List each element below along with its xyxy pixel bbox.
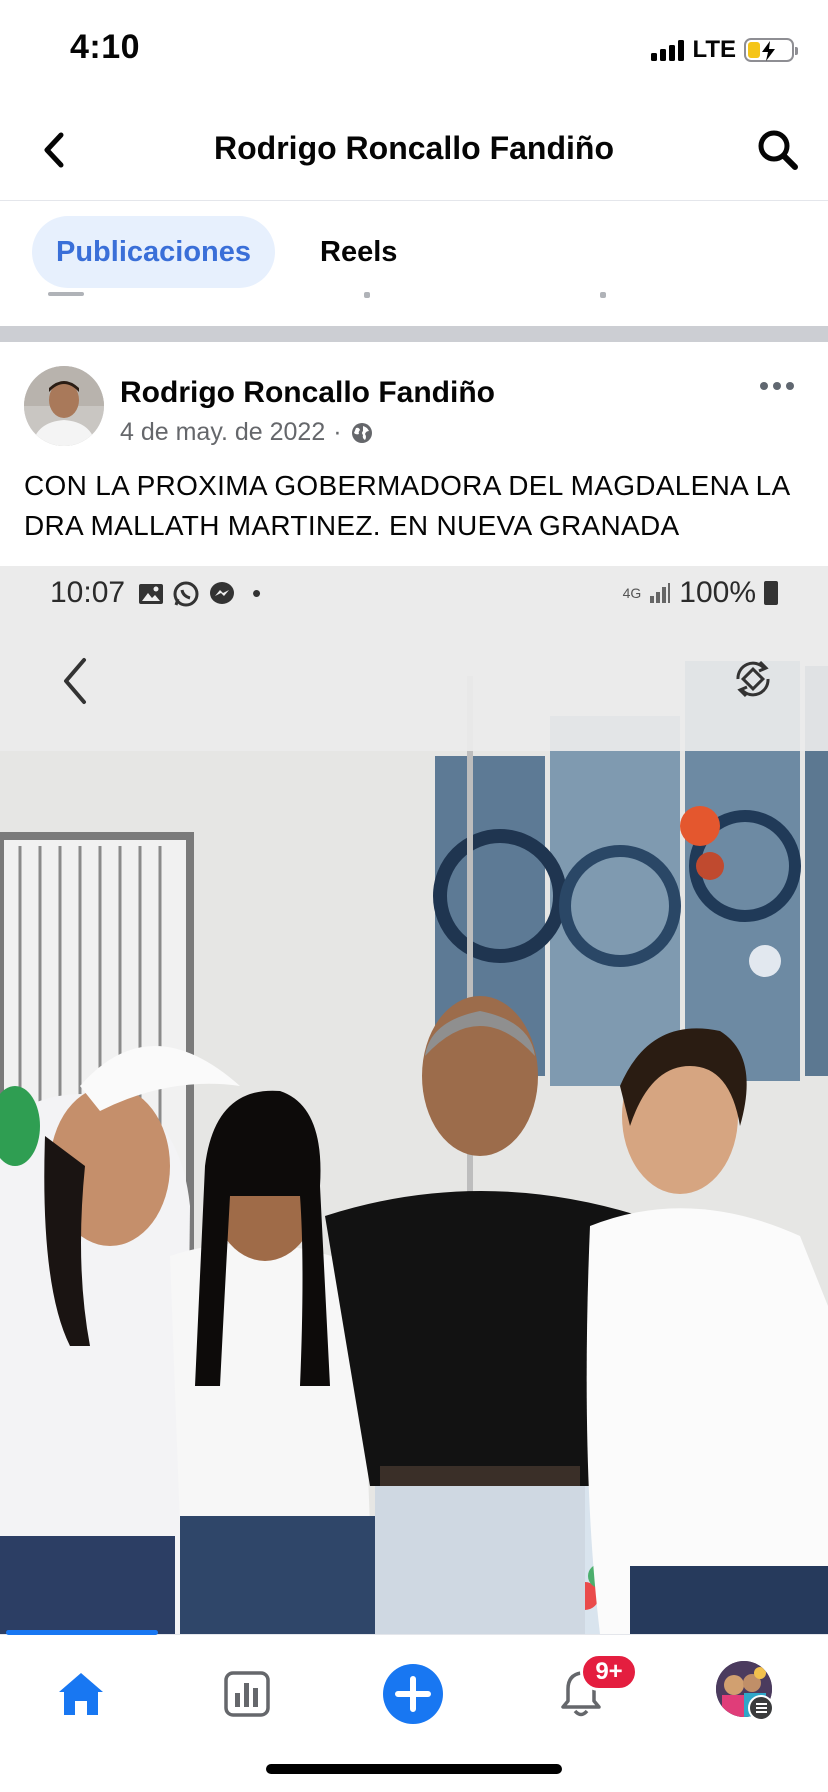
- battery-icon: [744, 38, 798, 62]
- tab-dashboard[interactable]: [214, 1661, 280, 1727]
- search-button[interactable]: [752, 124, 804, 176]
- network-type: LTE: [692, 36, 736, 63]
- status-time: 4:10: [70, 28, 141, 66]
- image-icon: [139, 583, 163, 604]
- embedded-status-dot: •: [252, 578, 262, 608]
- embedded-back-icon: [60, 656, 90, 711]
- messenger-icon: [210, 581, 234, 604]
- tab-home[interactable]: [48, 1661, 114, 1727]
- tab-reels[interactable]: Reels: [296, 216, 421, 288]
- chevron-left-icon: [44, 132, 64, 168]
- active-tab-indicator: [6, 1630, 158, 1635]
- notifications-badge: 9+: [580, 1653, 638, 1691]
- rotate-icon: [730, 656, 776, 707]
- embedded-signal-icon: [650, 583, 671, 603]
- post-photo[interactable]: 10:07 • 4G 100%: [0, 566, 828, 1634]
- embedded-battery-icon: [764, 581, 778, 605]
- more-options-button[interactable]: [760, 378, 800, 394]
- status-bar: 4:10 LTE: [0, 0, 828, 100]
- status-indicators: LTE: [651, 36, 798, 64]
- menu-icon[interactable]: [748, 1695, 774, 1721]
- create-icon: [383, 1664, 443, 1724]
- top-navigation: Rodrigo Roncallo Fandiño: [0, 100, 828, 201]
- author-avatar[interactable]: [24, 366, 104, 446]
- embedded-status-right: 4G 100%: [623, 576, 778, 610]
- globe-icon: [351, 422, 372, 443]
- home-indicator: [266, 1764, 562, 1774]
- clipped-content-strip: [0, 292, 828, 326]
- embedded-battery-level: 100%: [679, 576, 756, 609]
- dashboard-icon: [224, 1671, 270, 1717]
- meta-separator: ·: [333, 418, 342, 446]
- embedded-network: 4G: [622, 585, 642, 601]
- post-card: Rodrigo Roncallo Fandiño 4 de may. de 20…: [0, 342, 828, 1634]
- back-button[interactable]: [28, 124, 80, 176]
- embedded-status-time: 10:07: [50, 576, 126, 609]
- search-icon: [758, 130, 798, 170]
- whatsapp-icon: [173, 581, 199, 606]
- feed-divider: [0, 326, 828, 342]
- post-meta: 4 de may. de 2022 ·: [120, 418, 374, 447]
- home-icon: [59, 1673, 103, 1715]
- tab-publicaciones[interactable]: Publicaciones: [32, 216, 276, 288]
- page-title: Rodrigo Roncallo Fandiño: [214, 130, 614, 166]
- tab-create[interactable]: [380, 1661, 446, 1727]
- post-text: CON LA PROXIMA GOBERMADORA DEL MAGDALENA…: [24, 470, 789, 541]
- post-author[interactable]: Rodrigo Roncallo Fandiño: [120, 376, 495, 410]
- post-date[interactable]: 4 de may. de 2022: [120, 418, 325, 447]
- embedded-screenshot-header: 10:07 • 4G 100%: [0, 566, 828, 751]
- embedded-status-icons: •: [138, 578, 261, 609]
- signal-icon: [651, 39, 685, 61]
- profile-tabs: Publicaciones Reels: [0, 202, 828, 292]
